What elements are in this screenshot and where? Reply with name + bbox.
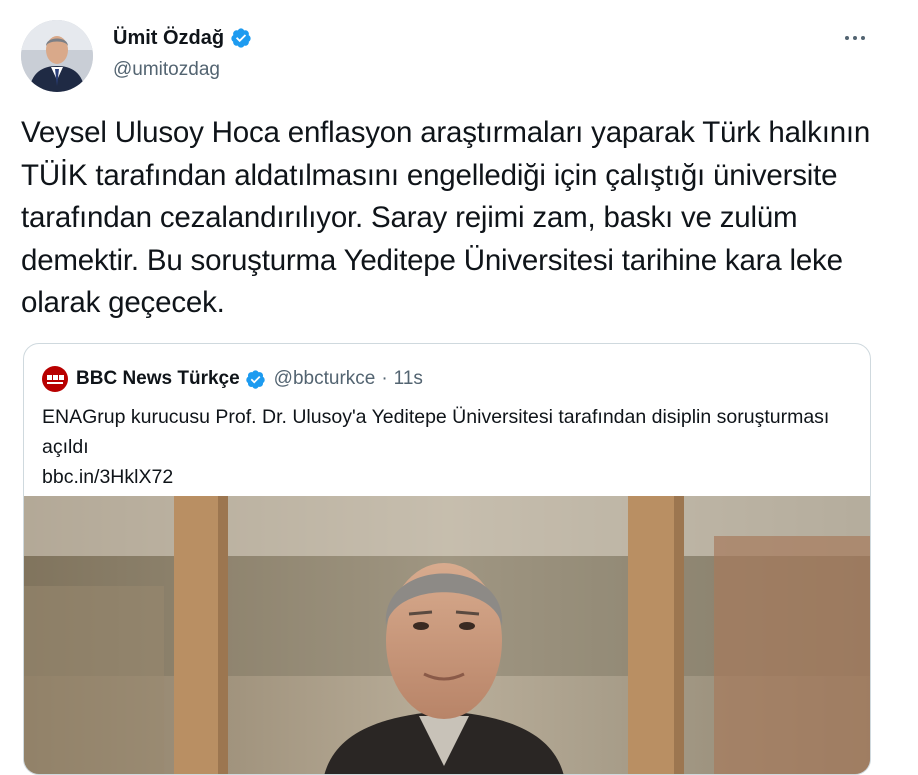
quoted-tweet-timestamp[interactable]: 11s bbox=[394, 367, 423, 391]
verified-badge-icon bbox=[230, 27, 252, 49]
bbc-logo-avatar[interactable] bbox=[42, 366, 68, 392]
more-options-button[interactable] bbox=[840, 28, 870, 48]
quoted-author-name[interactable]: BBC News Türkçe bbox=[76, 367, 240, 391]
author-name[interactable]: Ümit Özdağ bbox=[113, 26, 252, 50]
quoted-tweet-photo[interactable] bbox=[24, 496, 870, 774]
more-horizontal-icon-dot bbox=[853, 36, 857, 40]
separator-dot: · bbox=[381, 368, 388, 389]
quoted-tweet-text: ENAGrup kurucusu Prof. Dr. Ulusoy'a Yedi… bbox=[42, 406, 830, 458]
quoted-tweet-header: BBC News Türkçe @bbcturkce · 11s bbox=[42, 366, 423, 392]
verified-badge-icon bbox=[245, 369, 266, 390]
more-horizontal-icon bbox=[845, 36, 849, 40]
quoted-tweet-card[interactable]: BBC News Türkçe @bbcturkce · 11s ENAGrup… bbox=[23, 343, 871, 775]
tweet-text: Veysel Ulusoy Hoca enflasyon araştırmala… bbox=[21, 116, 871, 319]
tweet: Ümit Özdağ @umitozdag Veysel Ulusoy Hoca… bbox=[0, 0, 918, 775]
quoted-author-handle[interactable]: @bbcturkce bbox=[274, 367, 376, 391]
author-name-text: Ümit Özdağ bbox=[113, 27, 225, 49]
quoted-tweet-link[interactable]: bbc.in/3HklX72 bbox=[42, 463, 173, 491]
author-avatar[interactable] bbox=[21, 20, 93, 92]
author-handle[interactable]: @umitozdag bbox=[113, 58, 220, 82]
more-horizontal-icon-dot bbox=[861, 36, 865, 40]
